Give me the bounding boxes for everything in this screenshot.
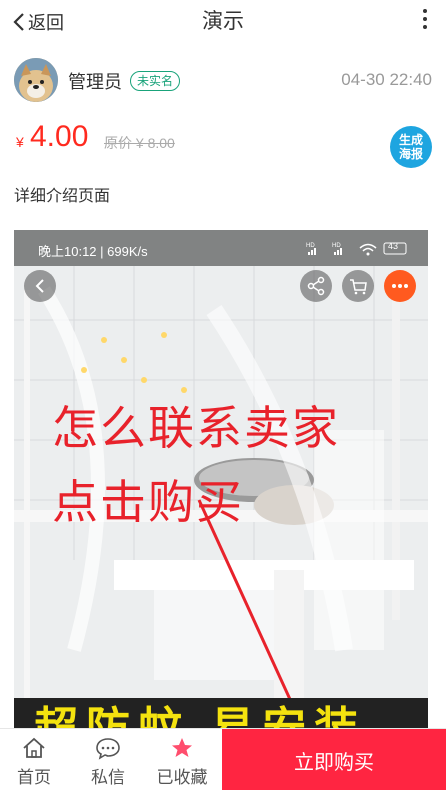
tab-home[interactable]: 首页 [6, 735, 62, 788]
poster-label-line1: 生成 [398, 133, 423, 147]
author-row: 管理员 未实名 04-30 22:40 [14, 58, 432, 104]
original-price: 原价 ¥ 8.00 [104, 135, 175, 151]
price-value: 4.00 [30, 120, 89, 153]
post-time: 04-30 22:40 [341, 70, 432, 89]
tab-home-label: 首页 [17, 768, 51, 787]
tab-favorite-label: 已收藏 [156, 768, 208, 787]
tab-message-label: 私信 [91, 768, 125, 787]
embedded-status-bar: 晚上10:12 | 699K/s HD HD 43 [14, 230, 428, 266]
svg-text:HD: HD [332, 243, 341, 249]
author-name: 管理员 [68, 72, 122, 92]
buy-now-button[interactable]: 立即购买 [222, 729, 446, 790]
tab-message[interactable]: 私信 [80, 735, 136, 788]
chat-bubble-icon [96, 738, 120, 760]
battery-level: 43 [388, 241, 399, 251]
photo-share-button[interactable] [300, 270, 332, 302]
share-icon [307, 276, 325, 296]
photo-more-button[interactable] [384, 270, 416, 302]
star-icon [172, 738, 192, 757]
verification-badge: 未实名 [130, 71, 181, 91]
generate-poster-button[interactable]: 生成 海报 [390, 126, 432, 168]
chevron-left-icon [35, 279, 44, 293]
overlay-text-line2: 点击购买 [52, 476, 244, 528]
poster-label-line2: 海报 [398, 147, 423, 161]
svg-text:HD: HD [306, 243, 315, 249]
more-vertical-icon[interactable] [420, 9, 430, 33]
product-photo[interactable]: 晚上10:12 | 699K/s HD HD 43 怎么联系卖家 点击购买 超防… [14, 230, 428, 730]
status-indicators: HD HD 43 [306, 240, 416, 256]
cart-icon [350, 279, 367, 295]
overlay-text-line1: 怎么联系卖家 [52, 402, 340, 454]
top-navigation-bar: 返回 演示 [0, 0, 446, 44]
avatar[interactable] [14, 58, 58, 102]
price-row: ¥ 4.00 原价 ¥ 8.00 生成 海报 [14, 118, 432, 168]
home-icon [23, 737, 45, 758]
more-horizontal-icon [392, 284, 408, 288]
tab-favorite[interactable]: 已收藏 [154, 735, 210, 788]
status-time: 晚上10:12 | 699K/s [38, 244, 148, 259]
bottom-action-bar: 首页 私信 已收藏 立即购买 [0, 728, 446, 790]
photo-banner-text: 超防蚊 易安装 [14, 698, 428, 730]
item-description: 详细介绍页面 [14, 188, 111, 205]
currency-symbol: ¥ [16, 134, 24, 150]
page-title: 演示 [202, 10, 244, 33]
photo-back-button[interactable] [24, 270, 56, 302]
photo-cart-button[interactable] [342, 270, 374, 302]
